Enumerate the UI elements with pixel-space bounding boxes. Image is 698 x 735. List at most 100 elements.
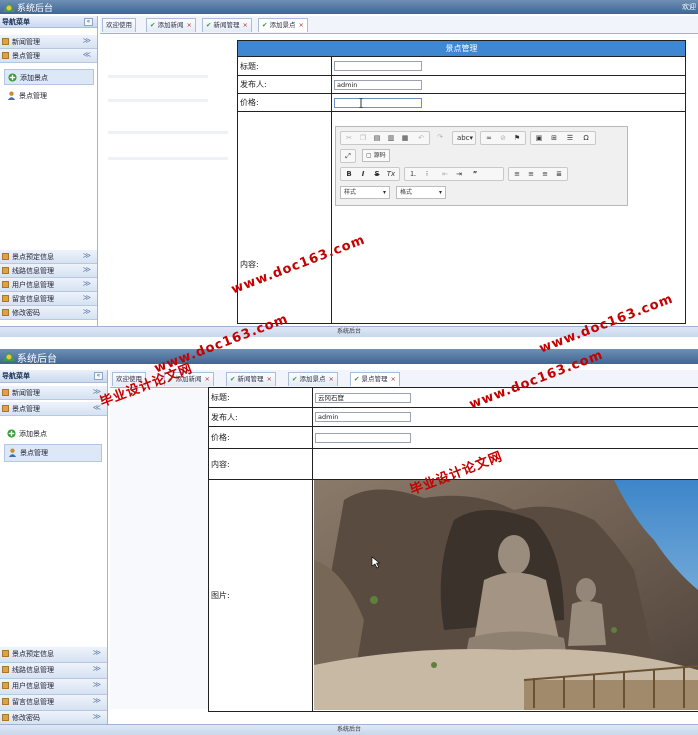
tab-welcome[interactable]: 欢迎使用: [102, 18, 136, 32]
sidebar-item-news[interactable]: 新闻管理 ≫: [0, 35, 97, 49]
sidebar-item-label: 线路信息管理: [12, 666, 54, 674]
close-icon[interactable]: ×: [298, 21, 303, 29]
sidebar-item-users[interactable]: 用户信息管理 ≫: [0, 679, 107, 695]
tab-add-attraction[interactable]: ✔ 添加景点 ×: [288, 372, 338, 386]
close-icon[interactable]: ×: [204, 375, 209, 383]
style-combo[interactable]: 样式 ▾: [340, 186, 390, 199]
sidebar-item-messages[interactable]: 留言信息管理 ≫: [0, 695, 107, 711]
italic-icon[interactable]: I: [357, 168, 369, 180]
bullet-list-icon[interactable]: ⁝: [421, 168, 433, 180]
chevron-down-icon: ≫: [92, 712, 101, 721]
sidebar-item-bookings[interactable]: 景点预定信息 ≫: [0, 647, 107, 663]
publisher-label: 发布人:: [237, 75, 332, 94]
maximize-icon[interactable]: ⤢: [342, 150, 354, 162]
close-icon[interactable]: ×: [242, 21, 247, 29]
background-column: [110, 389, 208, 709]
image-icon[interactable]: ▣: [533, 132, 545, 144]
source-button[interactable]: ▢ 源码: [362, 149, 390, 162]
spellcheck-icon[interactable]: abc▾: [455, 132, 475, 144]
sidebar-item-bookings[interactable]: 景点预定信息 ≫: [0, 250, 97, 264]
tab-add-news[interactable]: ✔ 添加新闻 ×: [146, 18, 196, 32]
tab-news-manage[interactable]: ✔ 新闻管理 ×: [202, 18, 252, 32]
screenshot-add-attraction: 系统后台 欢迎 导航菜单 « 新闻管理 ≫ 景点管理 ≪ 添加景点 景点管理 景…: [0, 0, 698, 337]
remove-format-icon[interactable]: Tx: [385, 168, 397, 180]
copy-icon[interactable]: ❐: [357, 132, 369, 144]
app-logo-icon: [3, 351, 15, 361]
sidebar-item-users[interactable]: 用户信息管理 ≫: [0, 278, 97, 292]
horizontal-line-icon[interactable]: ☰: [564, 132, 576, 144]
tab-news-manage[interactable]: ✔ 新闻管理 ×: [226, 372, 276, 386]
sidebar-item-password[interactable]: 修改密码 ≫: [0, 306, 97, 320]
app-header: 系统后台 欢迎: [0, 0, 698, 14]
sidebar-item-label: 留言信息管理: [12, 295, 54, 303]
paste-word-icon[interactable]: ▦: [399, 132, 411, 144]
collapse-sidebar-button[interactable]: «: [84, 18, 93, 26]
user-icon: [7, 91, 16, 100]
close-icon[interactable]: ×: [266, 375, 271, 383]
title-input[interactable]: [334, 61, 422, 71]
close-icon[interactable]: ×: [186, 21, 191, 29]
background-row: [108, 131, 228, 134]
close-icon[interactable]: ×: [328, 375, 333, 383]
sidebar-item-label: 留言信息管理: [12, 698, 54, 706]
strikethrough-icon[interactable]: S: [371, 168, 383, 180]
paste-text-icon[interactable]: ▥: [385, 132, 397, 144]
publisher-input[interactable]: admin: [334, 79, 422, 90]
chevron-down-icon: ≫: [82, 307, 91, 316]
sidebar-item-routes[interactable]: 线路信息管理 ≫: [0, 663, 107, 679]
align-justify-icon[interactable]: ≣: [553, 168, 565, 180]
anchor-flag-icon[interactable]: ⚑: [511, 132, 523, 144]
title-input[interactable]: 云冈石窟: [315, 392, 411, 403]
paste-icon[interactable]: ▤: [371, 132, 383, 144]
align-left-icon[interactable]: ≡: [511, 168, 523, 180]
chevron-up-icon: ≪: [92, 403, 101, 412]
bold-icon[interactable]: B: [343, 168, 355, 180]
price-input[interactable]: [334, 97, 422, 108]
indent-icon[interactable]: ⇥: [453, 168, 465, 180]
link-icon[interactable]: ∞: [483, 132, 495, 144]
footer-text: 系统后台: [336, 726, 361, 733]
sidebar-subitem-manage-attractions[interactable]: 景点管理: [4, 444, 102, 462]
screenshot-separator: [0, 337, 698, 349]
sidebar-title: 导航菜单: [2, 18, 30, 26]
tab-label: 新闻管理: [213, 21, 240, 29]
sidebar-item-attractions[interactable]: 景点管理 ≪: [0, 402, 107, 416]
table-icon[interactable]: ⊞: [548, 132, 560, 144]
collapse-sidebar-button[interactable]: «: [94, 372, 103, 380]
chevron-down-icon: ≫: [82, 293, 91, 302]
folder-icon: [2, 698, 9, 705]
undo-icon[interactable]: ↶: [415, 132, 427, 144]
check-icon: ✔: [292, 375, 298, 383]
special-char-icon[interactable]: Ω: [580, 132, 592, 144]
tab-add-attraction[interactable]: ✔ 添加景点 ×: [258, 18, 308, 32]
blockquote-icon[interactable]: ”: [469, 168, 481, 180]
tab-manage-attractions[interactable]: ✔ 景点管理 ×: [350, 372, 400, 386]
unlink-icon[interactable]: ⊘: [497, 132, 509, 144]
sidebar-item-news[interactable]: 新闻管理 ≫: [0, 386, 107, 400]
numbered-list-icon[interactable]: ⒈: [407, 168, 419, 180]
chevron-up-icon: ≪: [82, 50, 91, 59]
check-icon: ✔: [206, 21, 212, 29]
publisher-input[interactable]: admin: [315, 412, 411, 422]
sidebar-item-attractions[interactable]: 景点管理 ≪: [0, 49, 97, 63]
format-combo[interactable]: 格式 ▾: [396, 186, 446, 199]
sidebar-item-messages[interactable]: 留言信息管理 ≫: [0, 292, 97, 306]
folder-icon: [2, 52, 9, 59]
toolbar-group-links: ∞ ⊘ ⚑: [480, 131, 526, 145]
app-title: 系统后台: [17, 354, 57, 365]
cut-icon[interactable]: ✂: [343, 132, 355, 144]
outdent-icon[interactable]: ⇤: [439, 168, 451, 180]
align-center-icon[interactable]: ≡: [525, 168, 537, 180]
align-right-icon[interactable]: ≡: [539, 168, 551, 180]
tab-label: 新闻管理: [237, 375, 264, 383]
redo-icon[interactable]: ↷: [434, 131, 446, 143]
sidebar-item-routes[interactable]: 线路信息管理 ≫: [0, 264, 97, 278]
sidebar-subitem-add-attraction[interactable]: 添加景点: [4, 426, 102, 442]
sidebar-subitem-add-attraction[interactable]: 添加景点: [4, 69, 94, 85]
sidebar-item-password[interactable]: 修改密码 ≫: [0, 711, 107, 725]
publisher-label: 发布人:: [208, 407, 313, 427]
sidebar-subitem-manage-attractions[interactable]: 景点管理: [4, 88, 94, 104]
folder-icon: [2, 295, 9, 302]
price-input[interactable]: [315, 432, 411, 443]
close-icon[interactable]: ×: [390, 375, 395, 383]
